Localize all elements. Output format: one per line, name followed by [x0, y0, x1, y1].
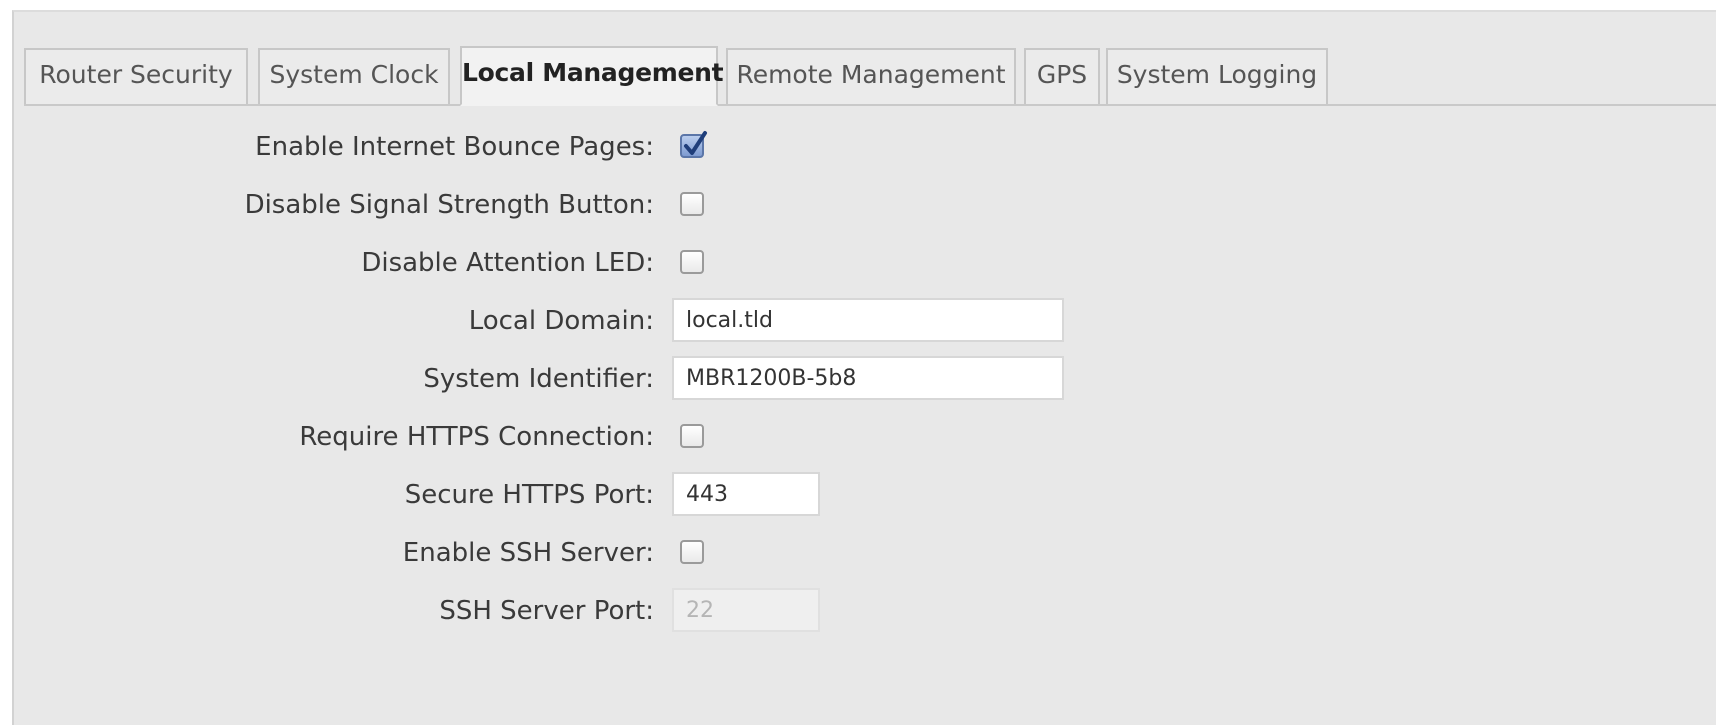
tab-system-logging[interactable]: System Logging — [1106, 48, 1328, 104]
row-require-https: Require HTTPS Connection: — [14, 412, 1714, 462]
disable-signal-button-label: Disable Signal Strength Button: — [244, 190, 654, 220]
settings-panel: Router Security System Clock Local Manag… — [12, 10, 1716, 725]
row-disable-attention-led: Disable Attention LED: — [14, 238, 1714, 288]
system-identifier-input[interactable] — [672, 356, 1064, 400]
tab-router-security[interactable]: Router Security — [24, 48, 248, 104]
row-secure-https-port: Secure HTTPS Port: — [14, 470, 1714, 520]
local-domain-input[interactable] — [672, 298, 1064, 342]
checkmark-icon — [684, 131, 707, 155]
row-enable-ssh: Enable SSH Server: — [14, 528, 1714, 578]
row-system-identifier: System Identifier: — [14, 354, 1714, 404]
row-local-domain: Local Domain: — [14, 296, 1714, 346]
disable-attention-led-label: Disable Attention LED: — [361, 248, 654, 278]
row-disable-signal-button: Disable Signal Strength Button: — [14, 180, 1714, 230]
row-enable-bounce-pages: Enable Internet Bounce Pages: — [14, 122, 1714, 172]
tab-local-management[interactable]: Local Management — [460, 46, 724, 106]
page-frame: Router Security System Clock Local Manag… — [0, 0, 1716, 727]
secure-https-port-input[interactable] — [672, 472, 820, 516]
tab-remote-management[interactable]: Remote Management — [726, 48, 1016, 104]
tab-system-clock[interactable]: System Clock — [258, 48, 450, 104]
require-https-checkbox[interactable] — [680, 424, 704, 448]
tab-gps[interactable]: GPS — [1024, 48, 1100, 104]
system-identifier-label: System Identifier: — [423, 364, 654, 394]
enable-ssh-label: Enable SSH Server: — [402, 538, 654, 568]
require-https-label: Require HTTPS Connection: — [299, 422, 654, 452]
local-domain-label: Local Domain: — [468, 306, 654, 336]
ssh-port-input[interactable] — [672, 588, 820, 632]
enable-bounce-pages-checkbox[interactable] — [680, 131, 707, 158]
disable-signal-button-checkbox[interactable] — [680, 192, 704, 216]
enable-ssh-checkbox[interactable] — [680, 540, 704, 564]
tab-bar: Router Security System Clock Local Manag… — [24, 34, 1716, 106]
row-ssh-port: SSH Server Port: — [14, 586, 1714, 636]
secure-https-port-label: Secure HTTPS Port: — [404, 480, 654, 510]
enable-bounce-pages-label: Enable Internet Bounce Pages: — [255, 132, 654, 162]
disable-attention-led-checkbox[interactable] — [680, 250, 704, 274]
ssh-port-label: SSH Server Port: — [439, 596, 654, 626]
